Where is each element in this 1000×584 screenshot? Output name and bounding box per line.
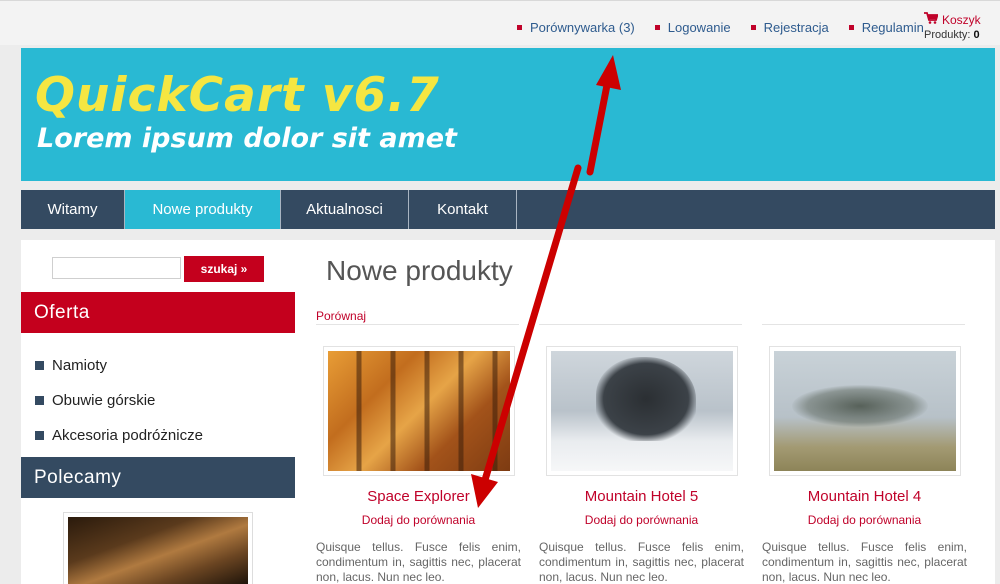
category-item-tents[interactable]: Namioty — [35, 348, 203, 383]
square-bullet-icon — [35, 431, 44, 440]
top-links: Porównywarka (3) Logowanie Rejestracja R… — [517, 20, 944, 35]
shopping-cart-icon — [924, 12, 939, 27]
column-divider — [539, 324, 742, 325]
product-image-frame[interactable] — [322, 346, 515, 476]
cart-link[interactable]: Koszyk — [924, 12, 981, 27]
recommend-heading: Polecamy — [21, 457, 295, 498]
category-label: Akcesoria podróżnicze — [52, 427, 203, 444]
nav-item-news[interactable]: Aktualnosci — [281, 190, 409, 229]
square-bullet-icon — [517, 25, 522, 30]
register-link[interactable]: Rejestracja — [750, 20, 829, 35]
compare-link-top[interactable]: Porównywarka (3) — [517, 20, 635, 35]
cart-label: Koszyk — [942, 12, 981, 27]
page-title: Nowe produkty — [326, 255, 513, 286]
nav-item-welcome[interactable]: Witamy — [21, 190, 125, 229]
product-image — [327, 351, 510, 471]
product-card: Mountain Hotel 5 Dodaj do porównania Qui… — [539, 346, 744, 584]
product-description: Quisque tellus. Fusce felis enim, condim… — [539, 540, 744, 584]
product-name[interactable]: Mountain Hotel 4 — [762, 488, 967, 505]
product-card: Space Explorer Dodaj do porównania Quisq… — [316, 346, 521, 584]
recommended-product-image[interactable] — [63, 512, 253, 584]
content-area: szukaj » Oferta Namioty Obuwie górskie A… — [21, 240, 995, 584]
category-item-mountain-shoes[interactable]: Obuwie górskie — [35, 383, 203, 418]
product-card: Mountain Hotel 4 Dodaj do porównania Qui… — [762, 346, 967, 584]
terms-link[interactable]: Regulamin — [848, 20, 924, 35]
cart-count: Produkty: 0 — [924, 29, 981, 41]
category-item-travel-accessories[interactable]: Akcesoria podróżnicze — [35, 418, 203, 453]
offer-heading: Oferta — [21, 292, 295, 333]
product-image-frame[interactable] — [545, 346, 738, 476]
category-list: Namioty Obuwie górskie Akcesoria podróżn… — [35, 348, 203, 453]
product-name[interactable]: Mountain Hotel 5 — [539, 488, 744, 505]
logo-title-part3: v6.7 — [304, 68, 440, 123]
logo-title-part1: Quick — [35, 68, 189, 123]
square-bullet-icon — [750, 25, 756, 30]
search-button[interactable]: szukaj » — [184, 256, 264, 282]
add-to-compare-link[interactable]: Dodaj do porównania — [539, 513, 744, 527]
square-bullet-icon — [848, 25, 854, 30]
nav-item-new-products[interactable]: Nowe produkty — [125, 190, 281, 229]
square-bullet-icon — [35, 361, 44, 370]
header-banner[interactable]: QuickCart v6.7 Lorem ipsum dolor sit ame… — [21, 48, 995, 181]
search-input[interactable] — [52, 257, 181, 279]
login-link[interactable]: Logowanie — [654, 20, 731, 35]
frog-image — [68, 517, 248, 584]
product-image — [550, 351, 733, 471]
product-name[interactable]: Space Explorer — [316, 488, 521, 505]
compare-link-label: Porównywarka (3) — [530, 20, 635, 35]
add-to-compare-link[interactable]: Dodaj do porównania — [762, 513, 967, 527]
logo-title: QuickCart v6.7 — [35, 68, 440, 123]
square-bullet-icon — [35, 396, 44, 405]
top-bar: Porównywarka (3) Logowanie Rejestracja R… — [0, 0, 1000, 45]
login-link-label: Logowanie — [667, 20, 731, 35]
product-image — [773, 351, 956, 471]
square-bullet-icon — [654, 25, 660, 30]
column-divider — [762, 324, 965, 325]
product-description: Quisque tellus. Fusce felis enim, condim… — [316, 540, 521, 584]
cart-count-label: Produkty: — [924, 29, 971, 41]
product-image-frame[interactable] — [768, 346, 961, 476]
category-label: Namioty — [52, 357, 108, 374]
cart-count-value: 0 — [973, 29, 980, 41]
terms-link-label: Regulamin — [861, 20, 924, 35]
logo-title-part2: Cart — [188, 68, 305, 123]
logo-subtitle: Lorem ipsum dolor sit amet — [37, 123, 457, 154]
column-divider — [316, 324, 519, 325]
nav-item-contact[interactable]: Kontakt — [409, 190, 517, 229]
cart-widget[interactable]: Koszyk Produkty: 0 — [924, 12, 981, 41]
category-label: Obuwie górskie — [52, 392, 156, 409]
register-link-label: Rejestracja — [763, 20, 829, 35]
compare-link[interactable]: Porównaj — [316, 309, 366, 323]
add-to-compare-link[interactable]: Dodaj do porównania — [316, 513, 521, 527]
main-nav: Witamy Nowe produkty Aktualnosci Kontakt — [21, 190, 995, 229]
product-description: Quisque tellus. Fusce felis enim, condim… — [762, 540, 967, 584]
